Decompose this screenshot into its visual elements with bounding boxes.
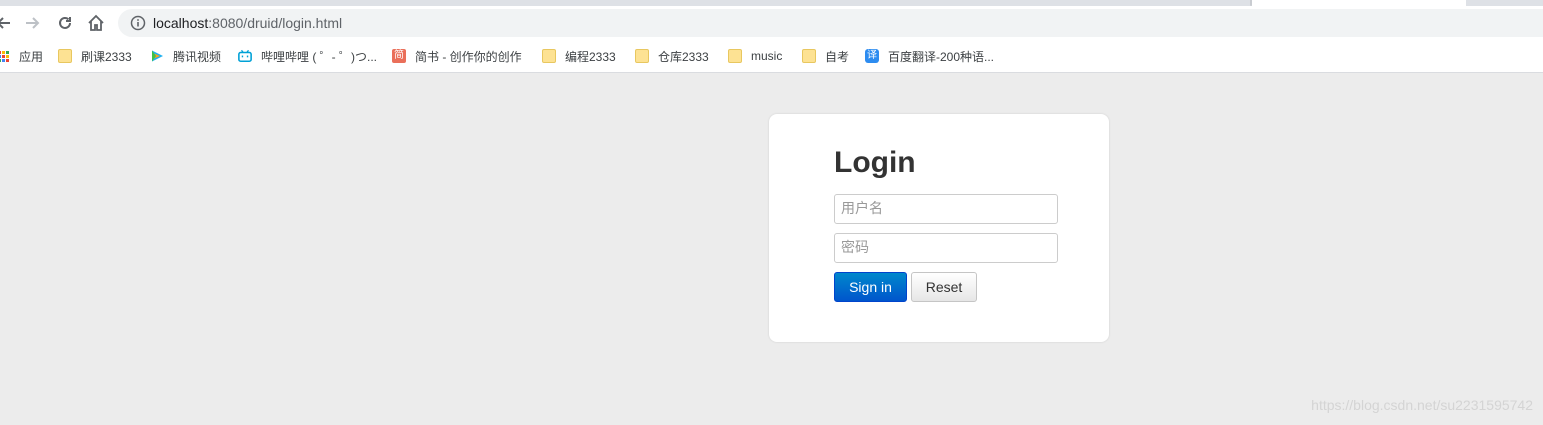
bookmark-bilibili[interactable]: 哔哩哔哩 ( ゜- ゜)つ...: [238, 47, 377, 65]
bookmark-label: 编程2333: [565, 49, 616, 64]
url-text[interactable]: localhost:8080/druid/login.html: [153, 14, 342, 32]
folder-icon: [542, 49, 556, 63]
bookmark-baidu-translate[interactable]: 译 百度翻译-200种语...: [865, 47, 994, 65]
login-title: Login: [834, 146, 916, 179]
bookmark-folder-shuake[interactable]: 刷课2333: [58, 47, 132, 65]
forward-button[interactable]: [22, 12, 44, 34]
reset-button[interactable]: Reset: [911, 272, 977, 302]
back-button[interactable]: [0, 12, 14, 34]
bookmark-folder-cangku[interactable]: 仓库2333: [635, 47, 709, 65]
url-path: :8080/druid/login.html: [208, 15, 343, 31]
username-input[interactable]: [834, 194, 1058, 224]
address-bar[interactable]: localhost:8080/druid/login.html: [118, 9, 1543, 37]
bookmark-label: 刷课2333: [81, 49, 132, 64]
apps-grid-icon: [0, 49, 10, 63]
bookmark-label: 简书 - 创作你的创作: [415, 49, 522, 64]
home-icon: [88, 14, 104, 31]
password-input[interactable]: [834, 233, 1058, 263]
bookmark-label: 腾讯视频: [173, 49, 222, 64]
bookmark-label: music: [751, 49, 783, 63]
back-arrow-icon: [0, 17, 10, 29]
bookmark-label: 自考: [825, 49, 850, 64]
reload-button[interactable]: [54, 12, 76, 34]
bookmark-label: 仓库2333: [658, 49, 709, 64]
folder-icon: [635, 49, 649, 63]
bilibili-icon: [238, 49, 252, 63]
bookmark-apps[interactable]: 应用: [0, 47, 43, 65]
bookmarks-bar: 应用 刷课2333 腾讯视频 哔哩哔哩 ( ゜- ゜)つ... 简 简书 - 创…: [0, 40, 1543, 73]
bookmark-folder-biancheng[interactable]: 编程2333: [542, 47, 616, 65]
bookmark-folder-music[interactable]: music: [728, 47, 782, 65]
info-icon[interactable]: [130, 15, 146, 31]
login-card: Login Sign in Reset: [769, 114, 1109, 342]
folder-icon: [728, 49, 742, 63]
jianshu-icon: 简: [392, 49, 406, 63]
sign-in-button[interactable]: Sign in: [834, 272, 907, 302]
baidu-translate-icon: 译: [865, 49, 879, 63]
bookmark-label: 应用: [19, 49, 44, 64]
home-button[interactable]: [85, 12, 107, 34]
bookmark-tencent-video[interactable]: 腾讯视频: [150, 47, 221, 65]
url-host: localhost: [153, 15, 209, 31]
folder-icon: [58, 49, 72, 63]
bookmark-jianshu[interactable]: 简 简书 - 创作你的创作: [392, 47, 522, 65]
watermark-text: https://blog.csdn.net/su2231595742: [1311, 397, 1533, 413]
browser-toolbar: localhost:8080/druid/login.html: [0, 6, 1543, 40]
bookmark-label: 哔哩哔哩 ( ゜- ゜)つ...: [261, 49, 377, 64]
bookmark-label: 百度翻译-200种语...: [888, 49, 995, 64]
reload-icon: [59, 16, 71, 29]
tencent-video-icon: [152, 50, 163, 62]
bookmark-folder-zikao[interactable]: 自考: [802, 47, 849, 65]
folder-icon: [802, 49, 816, 63]
forward-arrow-icon: [26, 17, 40, 29]
